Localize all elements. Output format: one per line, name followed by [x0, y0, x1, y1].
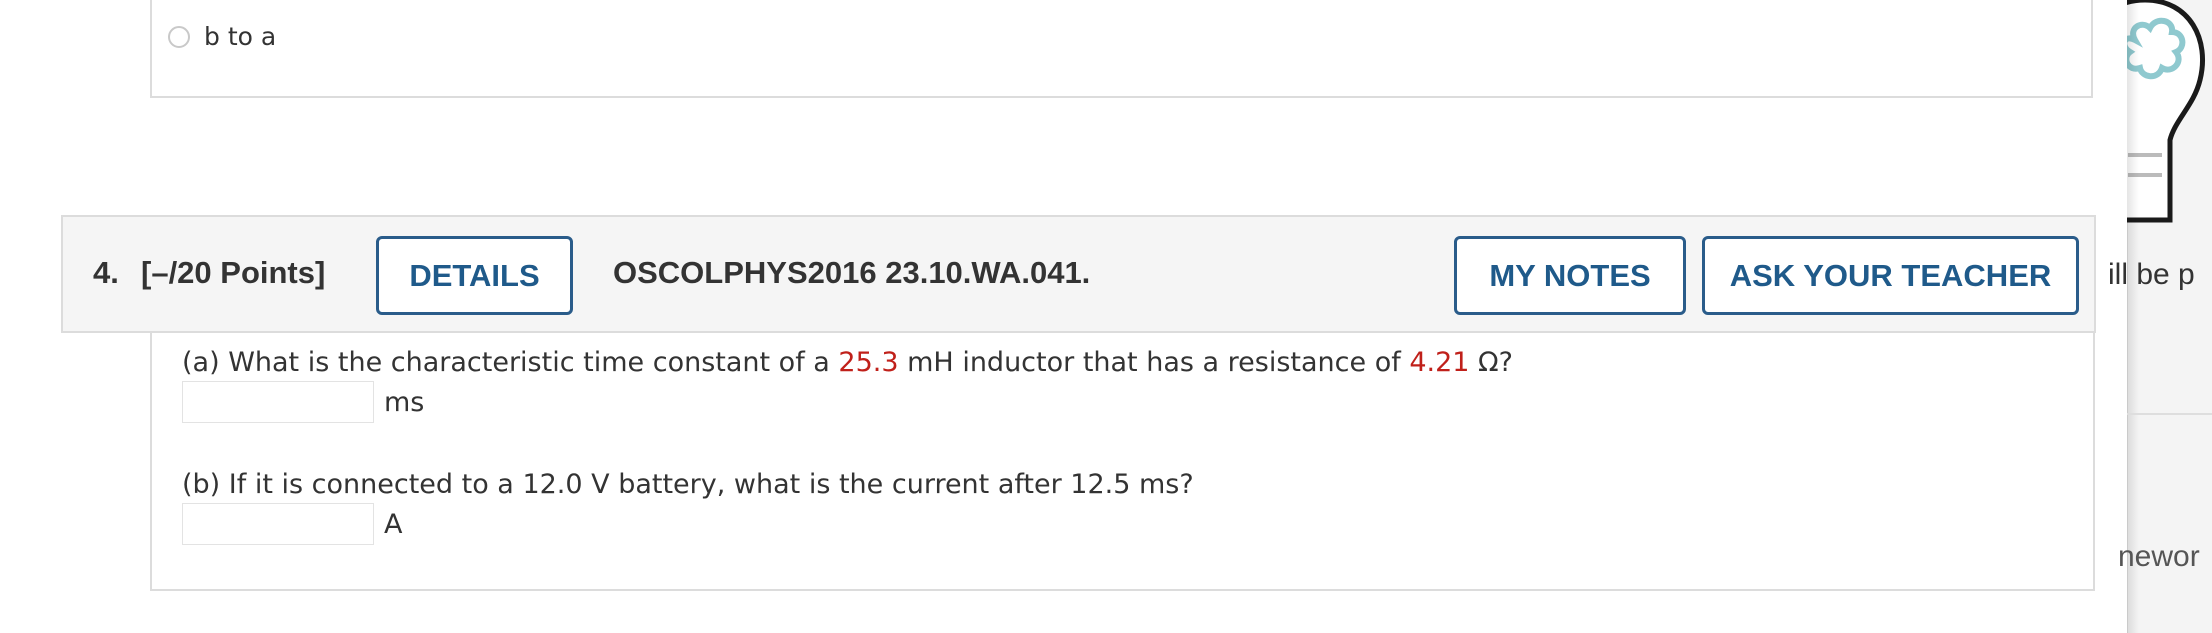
resistance-value: 4.21	[1409, 347, 1470, 378]
question-code: OSCOLPHYS2016 23.10.WA.041.	[613, 255, 1091, 290]
part-a-unit: ms	[384, 386, 425, 418]
part-b-prompt: (b) If it is connected to a 12.0 V batte…	[182, 469, 1194, 500]
radio-button[interactable]	[168, 25, 190, 48]
option-label: b to a	[204, 22, 277, 51]
ask-your-teacher-button[interactable]: ASK YOUR TEACHER	[1702, 236, 2079, 315]
side-panel-divider	[2127, 413, 2212, 415]
side-panel-text-1: ill be p	[2108, 258, 2195, 291]
question-body: (a) What is the characteristic time cons…	[150, 333, 2095, 591]
my-notes-button[interactable]: MY NOTES	[1454, 236, 1686, 315]
answer-option-b-to-a[interactable]: b to a	[168, 22, 276, 51]
main-content: b to a 4. [–/20 Points] DETAILS OSCOLPHY…	[0, 0, 2127, 633]
part-b-answer-input[interactable]	[182, 503, 374, 545]
question-header: 4. [–/20 Points] DETAILS OSCOLPHYS2016 2…	[61, 215, 2096, 333]
part-a-text-3: Ω?	[1469, 347, 1513, 378]
question-number: 4.	[93, 255, 119, 290]
side-panel-text-2: newor	[2118, 540, 2200, 573]
side-panel-shadow	[2127, 0, 2139, 633]
part-a-answer-input[interactable]	[182, 381, 374, 423]
question-points: [–/20 Points]	[141, 255, 326, 290]
part-b-unit: A	[384, 508, 403, 540]
side-panel-clip	[2127, 0, 2212, 633]
part-a-text-1: (a) What is the characteristic time cons…	[182, 347, 839, 378]
lightbulb-brain-icon	[2127, 0, 2206, 223]
previous-question-body	[150, 0, 2093, 98]
inductance-value: 25.3	[838, 347, 899, 378]
part-b-answer-row: A	[182, 503, 402, 545]
part-a-prompt: (a) What is the characteristic time cons…	[182, 347, 1513, 378]
part-a-answer-row: ms	[182, 381, 424, 423]
part-a-text-2: mH inductor that has a resistance of	[898, 347, 1410, 378]
details-button[interactable]: DETAILS	[376, 236, 573, 315]
